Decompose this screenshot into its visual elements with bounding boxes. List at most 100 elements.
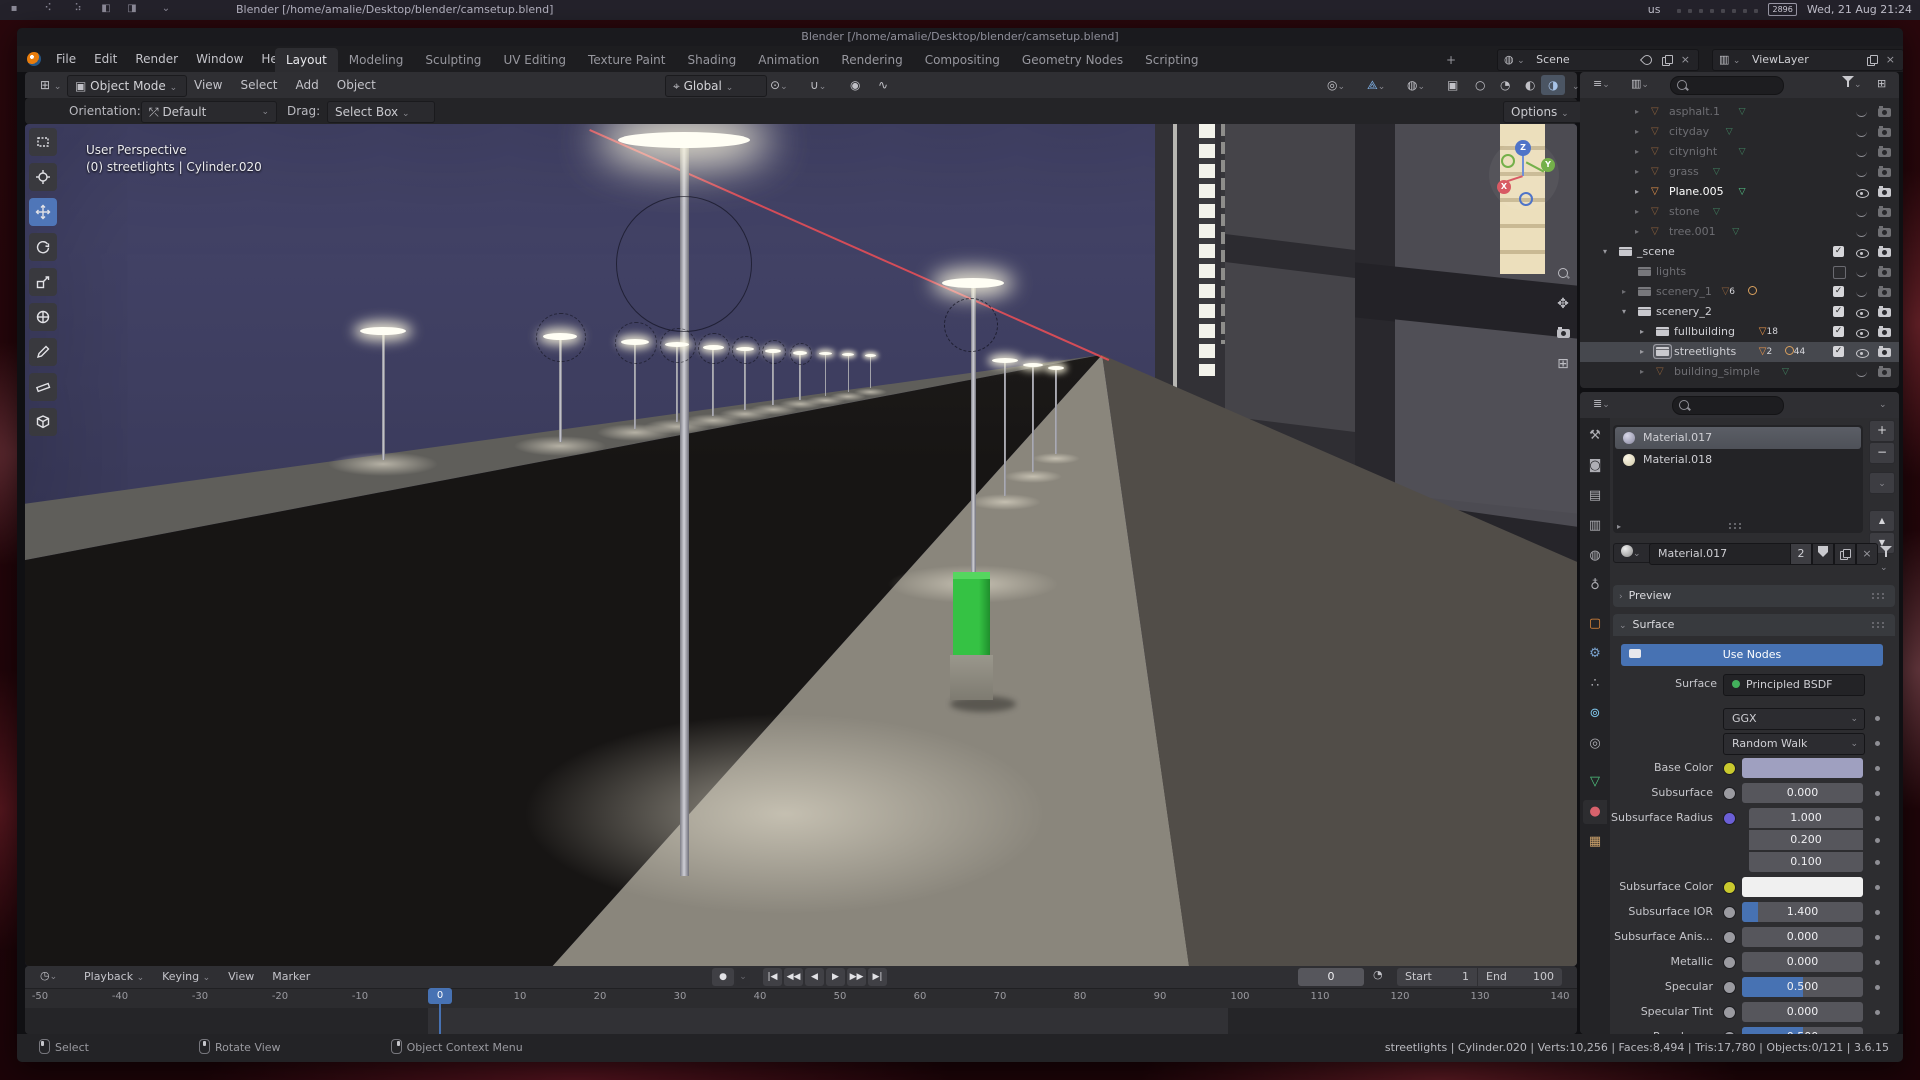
expand-arrow-icon[interactable]: ▸ [1622, 282, 1626, 302]
tab-scripting[interactable]: Scripting [1134, 48, 1209, 72]
tab-layout[interactable]: Layout [275, 48, 338, 72]
viewport-menu-add[interactable]: Add [287, 72, 328, 98]
view-layer-name[interactable]: ViewLayer [1752, 53, 1809, 66]
tool-scale[interactable] [29, 268, 57, 296]
outliner-editor-icon[interactable]: ≡⌄ [1586, 74, 1617, 94]
toggle-ortho-icon[interactable]: ⊞ [1553, 354, 1573, 374]
properties-search-input[interactable] [1672, 396, 1784, 415]
outliner-row-fullbuilding[interactable]: ▸fullbuilding▽18✓ [1580, 322, 1899, 342]
expand-arrow-icon[interactable]: ▸ [1640, 342, 1644, 362]
use-preview-range-clock-icon[interactable]: ◔ [1373, 968, 1383, 981]
blender-logo-icon[interactable] [27, 52, 41, 66]
light-gizmo-circle[interactable] [732, 336, 759, 363]
timeline-menu-playback[interactable]: Playback ⌄ [75, 966, 153, 989]
keyframe-dot[interactable] [1875, 1010, 1880, 1015]
tab-compositing[interactable]: Compositing [914, 48, 1011, 72]
expand-arrow-icon[interactable]: ▸ [1635, 102, 1639, 122]
eye-closed-icon[interactable] [1856, 171, 1867, 177]
unlink-close-icon[interactable]: × [1856, 543, 1878, 565]
keyboard-layout-indicator[interactable]: us [1648, 3, 1661, 16]
camera-render-icon[interactable] [1878, 128, 1891, 137]
outliner-row-tree-001[interactable]: ▸▽tree.001▽ [1580, 222, 1899, 242]
use-nodes-button[interactable]: Use Nodes [1621, 644, 1883, 666]
xray-toggle-icon[interactable]: ▣ [1440, 75, 1465, 95]
close-icon[interactable]: × [1886, 50, 1895, 70]
preview-panel-header[interactable]: ›Preview [1613, 585, 1895, 607]
drag-dropdown[interactable]: Select Box ⌄ [327, 101, 435, 123]
editor-type-dropdown[interactable]: ⊞ ⌄ [33, 75, 68, 95]
window-icon[interactable]: ◨ [126, 3, 138, 15]
color-swatch[interactable] [1742, 877, 1863, 897]
render-checkbox[interactable]: ✓ [1833, 306, 1844, 317]
camera-render-icon[interactable] [1878, 188, 1891, 197]
timeline-ruler[interactable]: -50-40-30-20-100102030405060708090100110… [25, 988, 1577, 1009]
light-gizmo-circle[interactable] [790, 343, 812, 365]
keyframe-dot[interactable] [1875, 935, 1880, 940]
lamp-head[interactable] [992, 358, 1018, 363]
eye-closed-icon[interactable] [1856, 231, 1867, 237]
eye-open-icon[interactable] [1856, 349, 1869, 358]
light-gizmo-circle[interactable] [944, 298, 998, 352]
light-gizmo-circle[interactable] [660, 328, 696, 364]
expand-arrow-icon[interactable]: ▸ [1635, 202, 1639, 222]
outliner-row-citynight[interactable]: ▸▽citynight▽ [1580, 142, 1899, 162]
value-slider[interactable]: 0.000 [1742, 952, 1863, 972]
scene-selector[interactable]: ◍ ⌄ Scene × [1497, 49, 1699, 71]
camera-render-icon[interactable] [1878, 208, 1891, 217]
gizmo-z-neg[interactable] [1519, 192, 1533, 206]
render-checkbox[interactable]: ✓ [1833, 246, 1844, 257]
3d-viewport[interactable]: User Perspective (0) streetlights | Cyli… [25, 124, 1577, 966]
socket-dot-icon[interactable] [1723, 981, 1736, 994]
gizmo-x-axis[interactable]: X [1497, 180, 1511, 194]
outliner-row--scene[interactable]: ▾_scene✓ [1580, 242, 1899, 262]
tab-animation[interactable]: Animation [747, 48, 830, 72]
material-name-field[interactable]: Material.017 [1649, 543, 1791, 565]
tool-rotate[interactable] [29, 233, 57, 261]
outliner-row-scenery-1[interactable]: ▸scenery_1▽6✓ [1580, 282, 1899, 302]
copy-icon[interactable] [1662, 55, 1672, 65]
texture-tab[interactable]: ▦ [1583, 830, 1607, 854]
expand-arrow-icon[interactable]: ▸ [1640, 322, 1644, 342]
lamp-head[interactable] [360, 327, 406, 335]
light-gizmo-circle[interactable] [762, 340, 786, 364]
lamp-head[interactable] [865, 354, 876, 357]
outliner-row-building-simple[interactable]: ▸▽building_simple▽ [1580, 362, 1899, 382]
tool-box-select[interactable] [29, 128, 57, 156]
eye-closed-icon[interactable] [1856, 131, 1867, 137]
camera-view-icon[interactable] [1553, 324, 1573, 344]
tab-uv-editing[interactable]: UV Editing [492, 48, 577, 72]
display-mode-dropdown[interactable]: ▥⌄ [1624, 74, 1656, 94]
snap-magnet-icon[interactable]: ∪⌄ [803, 75, 833, 95]
value-slider[interactable]: 0.500 [1742, 977, 1863, 997]
expand-arrow-icon[interactable]: ▾ [1603, 242, 1607, 262]
shading-rendered-icon[interactable]: ◑ [1541, 75, 1565, 95]
socket-dot-icon[interactable] [1723, 906, 1736, 919]
os-clock[interactable]: Wed, 21 Aug 21:24 [1807, 3, 1912, 16]
view-layer-tab[interactable]: ▥ [1583, 514, 1607, 538]
eye-open-icon[interactable] [1856, 189, 1869, 198]
window-titlebar[interactable]: Blender [/home/amalie/Desktop/blender/ca… [17, 28, 1903, 46]
color-swatch[interactable] [1742, 758, 1863, 778]
camera-render-icon[interactable] [1878, 368, 1891, 377]
render-checkbox[interactable] [1833, 266, 1846, 279]
tool-add-cube[interactable] [29, 408, 57, 436]
keyframe-dot[interactable] [1875, 766, 1880, 771]
tab-modeling[interactable]: Modeling [338, 48, 415, 72]
modifiers-tab[interactable]: ⚙ [1583, 642, 1607, 666]
scene-name[interactable]: Scene [1536, 53, 1570, 66]
menu-render[interactable]: Render [126, 46, 187, 72]
light-gizmo-circle[interactable] [536, 313, 586, 363]
shading-solid-icon[interactable]: ◔ [1493, 75, 1517, 95]
lamp-head[interactable] [819, 352, 832, 355]
view-layer-selector[interactable]: ▥ ⌄ ViewLayer × [1712, 49, 1903, 71]
lamp-head[interactable] [942, 278, 1004, 288]
tab-texture-paint[interactable]: Texture Paint [577, 48, 676, 72]
scene-tab[interactable]: ◍ [1583, 544, 1607, 568]
visibility-dropdown[interactable]: ◎⌄ [1320, 75, 1352, 95]
tool-tab[interactable]: ⚒ [1583, 424, 1607, 448]
auto-keyframe-record-button[interactable]: ● [712, 968, 734, 986]
expand-arrow-icon[interactable]: ▸ [1635, 142, 1639, 162]
keyframe-dot[interactable] [1875, 816, 1880, 821]
eye-closed-icon[interactable] [1856, 151, 1867, 157]
eye-closed-icon[interactable] [1856, 271, 1867, 277]
